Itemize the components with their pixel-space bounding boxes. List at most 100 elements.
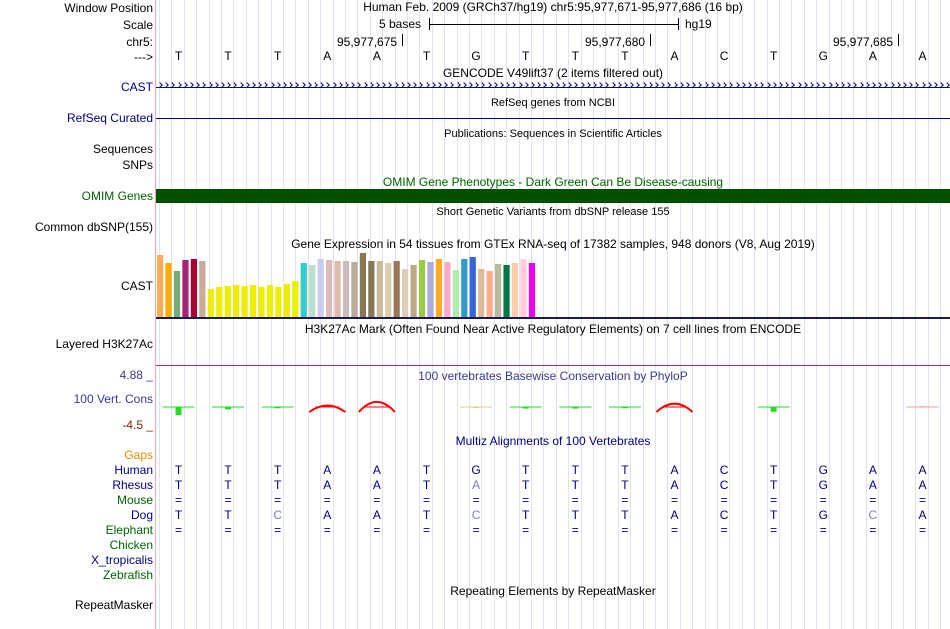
track-label-omim-genes[interactable]: OMIM Genes <box>82 189 153 203</box>
phylop-conservation-chart[interactable] <box>156 390 950 420</box>
gtex-tissue-bar[interactable] <box>216 287 223 317</box>
phylop-score[interactable] <box>509 406 542 409</box>
phylop-score[interactable] <box>608 406 641 409</box>
gtex-tissue-bar[interactable] <box>418 260 426 317</box>
species-label-mouse[interactable]: Mouse <box>117 493 153 507</box>
aligned-base: T <box>770 463 778 477</box>
gtex-tissue-bar[interactable] <box>427 262 434 317</box>
aligned-base: A <box>372 463 381 477</box>
phylop-score[interactable] <box>559 406 592 409</box>
gtex-tissue-bar[interactable] <box>199 261 206 317</box>
gtex-tissue-bar[interactable] <box>326 260 333 317</box>
gtex-tissue-bar[interactable] <box>173 271 181 317</box>
aligned-base: T <box>174 463 183 477</box>
gtex-tissue-bar[interactable] <box>266 285 274 317</box>
track-label-sequences[interactable]: Sequences <box>93 142 153 156</box>
track-display-area[interactable]: Human Feb. 2009 (GRCh37/hg19) chr5:95,97… <box>156 0 950 629</box>
phylop-score[interactable] <box>906 406 939 408</box>
tick-label: 95,977,685 <box>833 35 894 49</box>
gtex-tissue-bar[interactable] <box>317 259 324 317</box>
gtex-tissue-bar[interactable] <box>309 265 316 317</box>
species-label-dog[interactable]: Dog <box>131 508 153 522</box>
species-label-human[interactable]: Human <box>114 463 153 477</box>
gtex-tissue-bar[interactable] <box>157 255 164 317</box>
track-label-refseq-curated[interactable]: RefSeq Curated <box>67 111 153 125</box>
track-label-repeatmasker[interactable]: RepeatMasker <box>75 598 153 612</box>
reference-base: T <box>274 49 282 63</box>
gtex-tissue-bar[interactable] <box>528 263 535 317</box>
species-label-chicken[interactable]: Chicken <box>110 538 153 552</box>
chromosome-label: chr5: <box>126 35 153 49</box>
phylop-score[interactable] <box>655 402 694 413</box>
gtex-tissue-bar[interactable] <box>359 253 366 317</box>
gtex-tissue-bar[interactable] <box>207 289 214 317</box>
gtex-tissue-bar[interactable] <box>402 269 409 317</box>
gtex-tissue-bar[interactable] <box>292 281 299 317</box>
species-label-x_tropicalis[interactable]: X_tropicalis <box>91 553 153 567</box>
h3k27ac-signal-line[interactable] <box>156 365 950 366</box>
aligned-base: A <box>670 478 679 492</box>
track-label-gencode-cast[interactable]: CAST <box>121 80 153 94</box>
gtex-tissue-bar[interactable] <box>334 261 341 317</box>
gtex-tissue-bar[interactable] <box>435 259 443 317</box>
gtex-tissue-bar[interactable] <box>486 271 493 317</box>
species-label-zebrafish[interactable]: Zebrafish <box>103 568 153 582</box>
gtex-tissue-bar[interactable] <box>469 257 476 317</box>
phylop-score[interactable] <box>212 406 245 410</box>
gtex-tissue-bar[interactable] <box>444 262 451 317</box>
aligned-base: = <box>323 493 331 507</box>
gtex-tissue-bar[interactable] <box>241 286 248 317</box>
species-label-rhesus[interactable]: Rhesus <box>112 478 153 492</box>
gtex-tissue-bar[interactable] <box>511 263 519 317</box>
gtex-tissue-bar[interactable] <box>300 263 307 317</box>
track-label-gaps[interactable]: Gaps <box>124 448 153 462</box>
phylop-score[interactable] <box>460 406 493 408</box>
gtex-expression-chart[interactable] <box>156 250 556 318</box>
omim-gene-bar[interactable] <box>156 189 950 203</box>
gtex-tissue-bar[interactable] <box>410 265 417 317</box>
gtex-tissue-bar[interactable] <box>520 259 527 317</box>
phylop-score[interactable] <box>261 406 294 409</box>
gtex-tissue-bar[interactable] <box>190 259 197 317</box>
gtex-tissue-bar[interactable] <box>351 262 358 317</box>
gtex-tissue-bar[interactable] <box>495 264 502 317</box>
gtex-tissue-bar[interactable] <box>461 259 468 317</box>
gtex-tissue-bar[interactable] <box>478 269 485 317</box>
gtex-tissue-bar[interactable] <box>452 270 459 317</box>
aligned-base: C <box>471 508 481 522</box>
gtex-track-title: Gene Expression in 54 tissues from GTEx … <box>291 237 815 251</box>
gtex-tissue-bar[interactable] <box>224 286 231 317</box>
gtex-tissue-bar[interactable] <box>258 287 265 317</box>
species-label-elephant[interactable]: Elephant <box>106 523 153 537</box>
aligned-base: T <box>770 478 778 492</box>
gtex-tissue-bar[interactable] <box>182 260 189 317</box>
track-label-100-vert-cons[interactable]: 100 Vert. Cons <box>74 392 153 406</box>
gtex-tissue-bar[interactable] <box>368 261 375 317</box>
gtex-tissue-bar[interactable] <box>503 265 510 317</box>
gtex-tissue-bar[interactable] <box>275 287 282 317</box>
gtex-tissue-bar[interactable] <box>393 261 400 317</box>
gtex-tissue-bar[interactable] <box>283 284 290 317</box>
phylop-score[interactable] <box>162 406 195 415</box>
track-label-layered-h3k27ac[interactable]: Layered H3K27Ac <box>56 337 153 351</box>
phylop-score[interactable] <box>358 400 396 413</box>
gtex-tissue-bar[interactable] <box>385 263 392 317</box>
gencode-transcript[interactable] <box>156 80 950 94</box>
guideline <box>692 0 693 629</box>
phylop-score[interactable] <box>308 404 346 413</box>
track-label-common-dbsnp[interactable]: Common dbSNP(155) <box>35 220 153 234</box>
phylop-score[interactable] <box>757 406 790 412</box>
gtex-tissue-bar[interactable] <box>249 285 257 317</box>
track-label-snps[interactable]: SNPs <box>122 158 153 172</box>
track-label-gtex-cast[interactable]: CAST <box>121 279 153 293</box>
gtex-tissue-bar[interactable] <box>165 263 172 317</box>
guideline <box>903 0 904 629</box>
aligned-base: = <box>621 493 629 507</box>
aligned-base: T <box>224 478 232 492</box>
gtex-tissue-bar[interactable] <box>342 261 350 317</box>
refseq-gene-line[interactable] <box>156 118 950 119</box>
aligned-base: G <box>818 463 828 477</box>
gtex-tissue-bar[interactable] <box>233 285 240 317</box>
gtex-tissue-bar[interactable] <box>376 261 383 317</box>
scale-bar-label: 5 bases <box>379 17 422 31</box>
